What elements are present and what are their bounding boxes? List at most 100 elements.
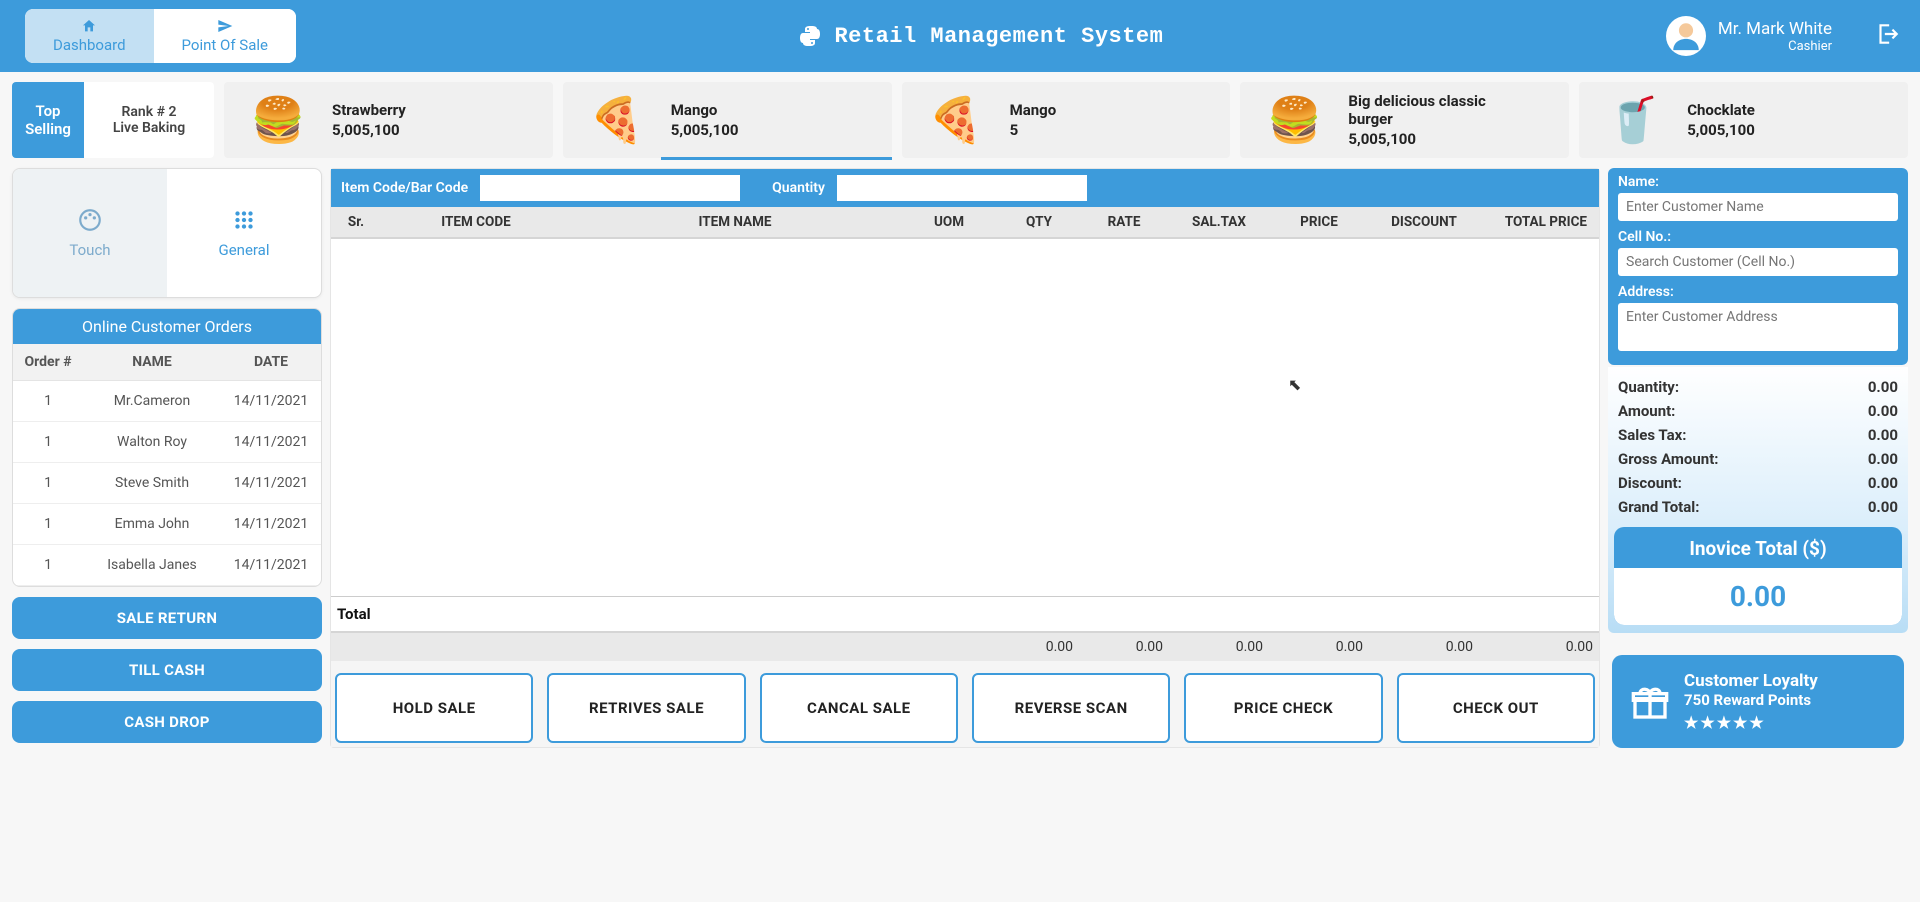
total-total: 0.00 [1479, 633, 1599, 661]
customer-address-input[interactable] [1618, 303, 1898, 351]
checkout-button[interactable]: CHECK OUT [1397, 673, 1595, 743]
product-price: 5,005,100 [1687, 121, 1755, 139]
customer-name-input[interactable] [1618, 193, 1898, 221]
order-num: 1 [13, 381, 83, 422]
total-disc: 0.00 [1369, 633, 1479, 661]
order-num: 1 [13, 422, 83, 463]
summary-key: Amount: [1618, 402, 1675, 420]
user-info: Mr. Mark White Cashier [1718, 19, 1832, 54]
main-layout: Touch General Online Customer Orders Ord… [0, 162, 1920, 758]
col-sr: Sr. [331, 207, 381, 237]
logout-icon [1874, 21, 1900, 47]
avatar-icon [1669, 19, 1703, 53]
mode-touch[interactable]: Touch [13, 169, 167, 297]
customer-cell-input[interactable] [1618, 248, 1898, 276]
right-panel: Name: Cell No.: Address: Quantity:0.00Am… [1608, 168, 1908, 748]
quantity-label: Quantity [772, 180, 825, 196]
product-card-4[interactable]: Chocklate5,005,100 [1579, 82, 1908, 158]
product-card-0[interactable]: Strawberry5,005,100 [224, 82, 553, 158]
summary-val: 0.00 [1868, 498, 1898, 516]
loyalty-box[interactable]: Customer Loyalty 750 Reward Points ★★★★★ [1612, 655, 1904, 748]
code-bar: Item Code/Bar Code Quantity [331, 169, 1599, 207]
product-name: Mango [1010, 101, 1057, 119]
top-selling-label-2: Selling [25, 120, 71, 138]
user-area: Mr. Mark White Cashier [1666, 16, 1900, 56]
col-total: TOTAL PRICE [1479, 207, 1599, 237]
col-rate: RATE [1079, 207, 1169, 237]
app-header: Dashboard Point Of Sale Retail Managemen… [0, 0, 1920, 72]
grid-total-row: Total [331, 596, 1599, 631]
send-icon [216, 18, 234, 34]
orders-table: Order # NAME DATE 1Mr.Cameron14/11/20211… [13, 344, 321, 586]
table-row[interactable]: 1Walton Roy14/11/2021 [13, 422, 321, 463]
home-icon [80, 18, 98, 34]
rank-line-1: Rank # 2 [122, 104, 177, 120]
order-date: 14/11/2021 [221, 422, 321, 463]
table-row[interactable]: 1Emma John14/11/2021 [13, 504, 321, 545]
retrieve-sale-button[interactable]: RETRIVES SALE [547, 673, 745, 743]
order-name: Walton Roy [83, 422, 221, 463]
product-card-2[interactable]: Mango 5 [902, 82, 1231, 158]
summary-line: Grand Total: 0.00 [1610, 495, 1906, 519]
total-tax: 0.00 [1169, 633, 1269, 661]
col-price: PRICE [1269, 207, 1369, 237]
product-name: Strawberry [332, 101, 406, 119]
user-role: Cashier [1718, 39, 1832, 54]
quantity-input[interactable] [837, 175, 1087, 201]
reverse-scan-button[interactable]: REVERSE SCAN [972, 673, 1170, 743]
product-card-1[interactable]: Mango5,005,100 [563, 82, 892, 158]
col-name: ITEM NAME [571, 207, 899, 237]
product-price: 5,005,100 [671, 121, 739, 139]
customer-form: Name: Cell No.: Address: [1608, 168, 1908, 365]
invoice-title: Inovice Total ($) [1614, 527, 1902, 568]
table-row[interactable]: 1Steve Smith14/11/2021 [13, 463, 321, 504]
product-card-3[interactable]: Big delicious classic burger5,005,100 [1240, 82, 1569, 158]
grid-body [331, 239, 1599, 596]
till-cash-button[interactable]: TILL CASH [12, 649, 322, 691]
logout-button[interactable] [1874, 21, 1900, 51]
orders-title: Online Customer Orders [13, 309, 321, 344]
price-check-button[interactable]: PRICE CHECK [1184, 673, 1382, 743]
item-code-input[interactable] [480, 175, 740, 201]
mode-general[interactable]: General [167, 169, 321, 297]
summary-val: 0.00 [1868, 450, 1898, 468]
orders-col-name: NAME [83, 344, 221, 381]
cancel-sale-button[interactable]: CANCAL SALE [760, 673, 958, 743]
order-date: 14/11/2021 [221, 381, 321, 422]
summary-line: Discount:0.00 [1610, 471, 1906, 495]
order-date: 14/11/2021 [221, 463, 321, 504]
customer-name-label: Name: [1618, 174, 1898, 190]
customer-address-label: Address: [1618, 284, 1898, 300]
sale-return-button[interactable]: SALE RETURN [12, 597, 322, 639]
order-num: 1 [13, 545, 83, 586]
invoice-box: Inovice Total ($) 0.00 [1614, 527, 1902, 625]
mode-touch-label: Touch [69, 241, 110, 259]
total-rate: 0.00 [1079, 633, 1169, 661]
total-price: 0.00 [1269, 633, 1369, 661]
nav-tabs: Dashboard Point Of Sale [25, 9, 296, 63]
tab-pos-label: Point Of Sale [182, 36, 268, 54]
summary-key: Grand Total: [1618, 498, 1700, 516]
gift-icon [1630, 682, 1670, 722]
loyalty-title: Customer Loyalty [1684, 671, 1818, 691]
tab-dashboard[interactable]: Dashboard [25, 9, 154, 63]
product-price: 5 [1010, 121, 1057, 139]
hold-sale-button[interactable]: HOLD SALE [335, 673, 533, 743]
rank-line-2: Live Baking [113, 120, 185, 136]
table-row[interactable]: 1Isabella Janes14/11/2021 [13, 545, 321, 586]
table-row[interactable]: 1Mr.Cameron14/11/2021 [13, 381, 321, 422]
top-selling-label-1: Top [35, 102, 60, 120]
mode-card: Touch General [12, 168, 322, 298]
tab-pos[interactable]: Point Of Sale [154, 9, 296, 63]
action-row: HOLD SALE RETRIVES SALE CANCAL SALE REVE… [331, 661, 1599, 747]
top-selling-label: Top Selling [12, 82, 84, 158]
total-label: Total [331, 597, 571, 631]
product-image-icon [577, 88, 657, 152]
cash-drop-button[interactable]: CASH DROP [12, 701, 322, 743]
order-name: Mr.Cameron [83, 381, 221, 422]
product-price: 5,005,100 [1348, 130, 1518, 148]
orders-col-order: Order # [13, 344, 83, 381]
summary-val: 0.00 [1868, 402, 1898, 420]
avatar[interactable] [1666, 16, 1706, 56]
order-date: 14/11/2021 [221, 545, 321, 586]
